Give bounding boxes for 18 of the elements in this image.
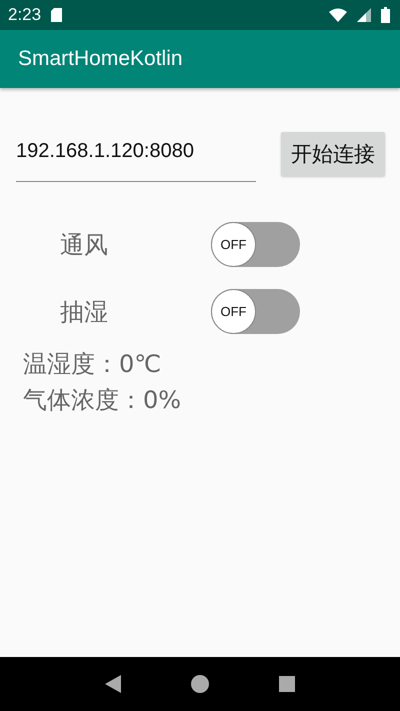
toggle-switch[interactable]: OFF xyxy=(211,222,300,267)
switch-thumb[interactable]: OFF xyxy=(211,289,256,334)
switch-label: 通风 xyxy=(59,230,109,260)
home-icon[interactable] xyxy=(191,675,209,693)
switch-thumb[interactable]: OFF xyxy=(211,222,256,267)
back-icon[interactable] xyxy=(105,675,121,693)
battery-icon xyxy=(381,7,390,23)
sd-card-icon xyxy=(51,8,62,22)
app-title: SmartHomeKotlin xyxy=(18,47,183,71)
reading-text: 气体浓度：0% xyxy=(23,385,182,416)
address-field[interactable]: 192.168.1.120:8080 xyxy=(16,132,256,182)
reading-text: 温湿度：0℃ xyxy=(23,349,162,380)
switch-label: 抽湿 xyxy=(59,296,109,328)
wifi-icon xyxy=(329,8,347,22)
connect-button[interactable]: 开始连接 xyxy=(281,132,385,176)
signal-icon xyxy=(357,8,371,22)
status-time: 2:23 xyxy=(8,5,42,25)
toggle-switch[interactable]: OFF xyxy=(211,289,300,334)
